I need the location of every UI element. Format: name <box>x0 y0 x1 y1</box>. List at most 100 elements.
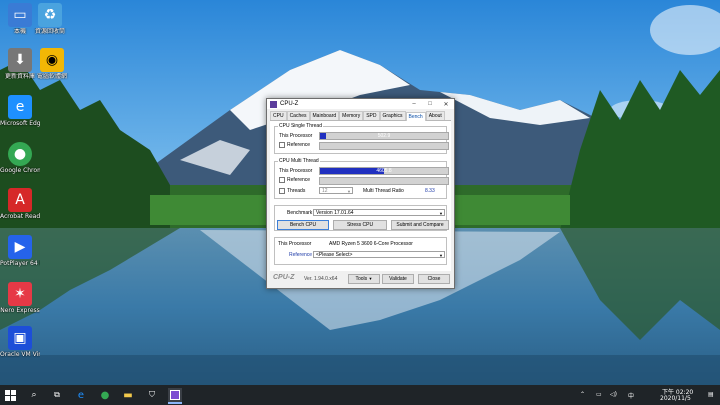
validate-button[interactable]: Validate <box>382 274 414 284</box>
desktop-icon-edge[interactable]: e Microsoft Edge <box>0 95 40 127</box>
desktop-icon-virtualbox[interactable]: ▣ Oracle VM VirtualBox <box>0 326 40 358</box>
notification-icon[interactable]: ▤ <box>708 391 714 398</box>
submit-compare-button[interactable]: Submit and Compare <box>391 220 449 230</box>
taskbar-file-explorer[interactable]: ▬ <box>121 388 135 402</box>
desktop-icon-nero[interactable]: ✶ Nero Express <box>0 282 40 314</box>
reference-label: Reference <box>289 252 313 258</box>
windows-icon <box>4 389 16 401</box>
tab-bench[interactable]: Bench <box>405 112 426 121</box>
taskbar-chrome[interactable]: ● <box>98 388 112 402</box>
search-button[interactable]: ⌕ <box>27 388 41 402</box>
update-icon: ⬇ <box>8 48 32 72</box>
desktop-icon-label: 資源回收筒 <box>34 28 65 35</box>
computer-icon: ▭ <box>8 3 32 27</box>
chevron-down-icon: ▼ <box>439 211 443 216</box>
window-title: CPU-Z <box>280 101 299 107</box>
chrome-icon: ● <box>8 142 32 166</box>
tab-caches[interactable]: Caches <box>286 111 310 120</box>
multi-ref-label: Reference <box>287 177 311 183</box>
ime-indicator[interactable]: 中 <box>628 391 634 400</box>
single-this-bar: 502.9 <box>319 132 449 140</box>
tab-memory[interactable]: Memory <box>339 111 364 120</box>
chevron-down-icon: ▼ <box>368 276 373 281</box>
taskbar: ⌕ ⧉ e ● ▬ ⛉ ⌃ ▭ ◁) 中 下午 02:20 2020/11/5 … <box>0 385 720 405</box>
close-window-button[interactable]: ✕ <box>438 101 454 108</box>
threads-select[interactable]: 12 ▼ <box>319 187 353 194</box>
minimize-button[interactable]: – <box>406 101 422 107</box>
single-this-label: This Processor <box>279 133 313 139</box>
tab-about[interactable]: About <box>425 111 445 120</box>
multi-this-label: This Processor <box>279 168 313 174</box>
cpuz-app-icon <box>170 390 180 400</box>
ratio-label: Multi Thread Ratio <box>363 188 404 194</box>
benchmark-version-value: Version 17.01.64 <box>316 210 354 216</box>
this-processor-label: This Processor <box>278 241 312 247</box>
multi-thread-title: CPU Multi Thread <box>278 158 320 164</box>
desktop-icon-label: PotPlayer 64 bit <box>0 260 40 267</box>
tab-cpu[interactable]: CPU <box>270 111 287 120</box>
processor-group: This Processor AMD Ryzen 5 3600 6-Core P… <box>274 237 447 265</box>
clock-date[interactable]: 2020/11/5 <box>660 395 691 402</box>
multi-this-bar: 4605.8 <box>319 167 449 175</box>
single-this-row: This Processor <box>279 133 312 139</box>
maximize-button[interactable]: □ <box>422 101 438 107</box>
ratio-value: 8.33 <box>425 188 435 194</box>
edge-icon: e <box>8 95 32 119</box>
stress-cpu-button[interactable]: Stress CPU <box>333 220 387 230</box>
single-reference-checkbox[interactable] <box>279 142 285 148</box>
start-button[interactable] <box>3 388 17 402</box>
multi-ref-row: Reference <box>279 177 310 183</box>
desktop-icon-label: Nero Express <box>0 307 40 314</box>
desktop-icon-recycle-bin[interactable]: ♻ 資源回收筒 <box>30 3 70 35</box>
tools-button[interactable]: Tools ▼ <box>348 274 380 284</box>
threads-label: Threads <box>287 188 306 194</box>
recycle-bin-icon: ♻ <box>38 3 62 27</box>
multi-thread-group: CPU Multi Thread This Processor 4605.8 R… <box>274 158 449 199</box>
task-view-button[interactable]: ⧉ <box>50 388 64 402</box>
desktop-icon-chrome[interactable]: ● Google Chrome <box>0 142 40 174</box>
cpuz-app-icon <box>270 100 277 108</box>
multi-reference-checkbox[interactable] <box>279 177 285 183</box>
single-thread-group: CPU Single Thread This Processor 502.9 R… <box>274 123 449 154</box>
desktop-icon-app[interactable]: ◉ 電腦軟體網 <box>32 48 72 80</box>
cpuz-logo: CPU-Z <box>273 274 295 281</box>
threads-checkbox[interactable] <box>279 188 285 194</box>
chrome-icon: ● <box>100 389 110 401</box>
virtualbox-icon: ▣ <box>8 326 32 350</box>
desktop-icon-label: Acrobat Reader DC <box>0 213 40 220</box>
edge-icon: e <box>77 389 85 401</box>
search-icon: ⌕ <box>31 390 37 400</box>
desktop-icon-label: Oracle VM VirtualBox <box>0 351 40 358</box>
bench-cpu-button[interactable]: Bench CPU <box>277 220 329 230</box>
multi-reference-bar <box>319 177 449 185</box>
desktop-icon-label: Microsoft Edge <box>0 120 40 127</box>
single-ref-label: Reference <box>287 142 311 148</box>
tray-chevron-up-icon[interactable]: ⌃ <box>580 391 585 398</box>
app-icon: ◉ <box>40 48 64 72</box>
chevron-down-icon: ▼ <box>347 189 351 194</box>
single-this-value: 502.9 <box>377 133 391 139</box>
volume-icon[interactable]: ◁) <box>610 391 617 398</box>
bench-panel: CPU Single Thread This Processor 502.9 R… <box>270 121 451 271</box>
threads-row: Threads <box>279 188 305 194</box>
tab-spd[interactable]: SPD <box>363 111 380 120</box>
taskbar-store[interactable]: ⛉ <box>145 388 159 402</box>
folder-icon: ▬ <box>123 389 133 401</box>
reference-select[interactable]: <Please Select> ▼ <box>313 251 445 258</box>
tab-graphics[interactable]: Graphics <box>379 111 406 120</box>
taskbar-cpuz[interactable] <box>168 388 182 404</box>
chevron-down-icon: ▼ <box>439 253 443 258</box>
tab-mainboard[interactable]: Mainboard <box>309 111 340 120</box>
footer-bar: CPU-Z Ver. 1.94.0.x64 Tools ▼ Validate C… <box>270 274 451 284</box>
potplayer-icon: ▶ <box>8 235 32 259</box>
desktop-icon-potplayer[interactable]: ▶ PotPlayer 64 bit <box>0 235 40 267</box>
close-button[interactable]: Close <box>418 274 450 284</box>
single-ref-row: Reference <box>279 142 310 148</box>
title-bar[interactable]: CPU-Z – □ ✕ <box>267 99 454 109</box>
benchmark-version-select[interactable]: Version 17.01.64 ▼ <box>313 209 445 216</box>
network-icon[interactable]: ▭ <box>596 391 602 398</box>
cpuz-window[interactable]: CPU-Z – □ ✕ CPU Caches Mainboard Memory … <box>266 98 455 289</box>
single-thread-title: CPU Single Thread <box>278 123 323 129</box>
desktop-icon-acrobat[interactable]: A Acrobat Reader DC <box>0 188 40 220</box>
taskbar-edge[interactable]: e <box>74 388 88 402</box>
